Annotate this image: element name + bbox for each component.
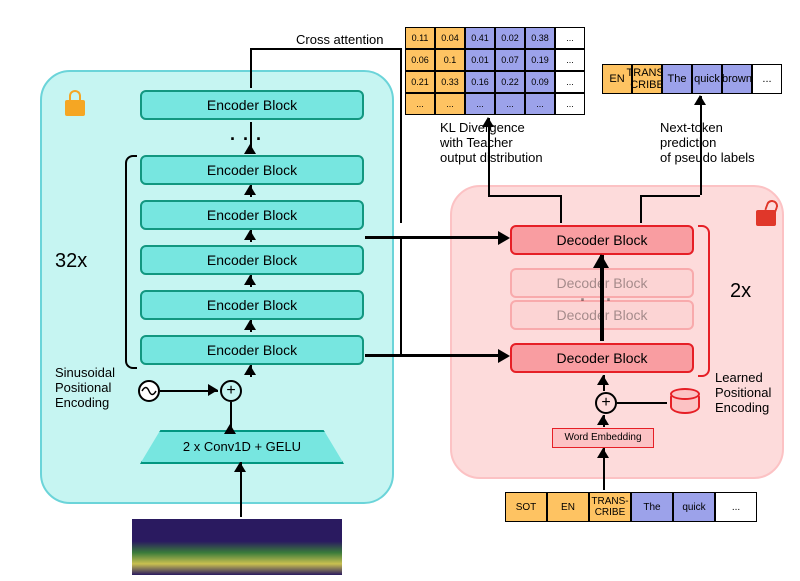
encoder-block: Encoder Block — [140, 290, 364, 320]
brace-icon — [125, 155, 137, 369]
spectrogram — [132, 519, 342, 575]
add-icon: + — [220, 380, 242, 402]
sine-icon — [138, 380, 160, 402]
encoder-block: Encoder Block — [140, 245, 364, 275]
decoder-block: Decoder Block — [510, 343, 694, 373]
encoder-block: Encoder Block — [140, 155, 364, 185]
decoder-block: Decoder Block — [510, 225, 694, 255]
output-tokens: ENTRANS- CRIBEThequickbrown... — [602, 64, 782, 94]
cylinder-icon — [670, 390, 700, 414]
add-icon: + — [595, 392, 617, 414]
encoder-block: Encoder Block — [140, 335, 364, 365]
cross-attention-label: Cross attention — [296, 32, 383, 47]
input-tokens: SOTENTRANS- CRIBEThequick... — [505, 492, 757, 522]
lock-icon — [65, 100, 85, 116]
multiplier-label: 2x — [730, 280, 751, 303]
multiplier-label: 32x — [55, 250, 87, 273]
word-embedding: Word Embedding — [552, 428, 654, 448]
encoder-block: Encoder Block — [140, 90, 364, 120]
brace-icon — [698, 225, 710, 377]
unlock-icon — [756, 210, 776, 226]
attention-matrix: 0.110.040.410.020.38...0.060.10.010.070.… — [405, 27, 585, 115]
sinpe-label: Sinusoidal Positional Encoding — [55, 365, 115, 410]
lpe-label: Learned Positional Encoding — [715, 370, 771, 415]
conv-block: 2 x Conv1D + GELU — [140, 430, 344, 464]
nexttoken-label: Next-token prediction of pseudo labels — [660, 120, 755, 165]
encoder-block: Encoder Block — [140, 200, 364, 230]
ellipsis-icon: . . — [580, 285, 619, 306]
